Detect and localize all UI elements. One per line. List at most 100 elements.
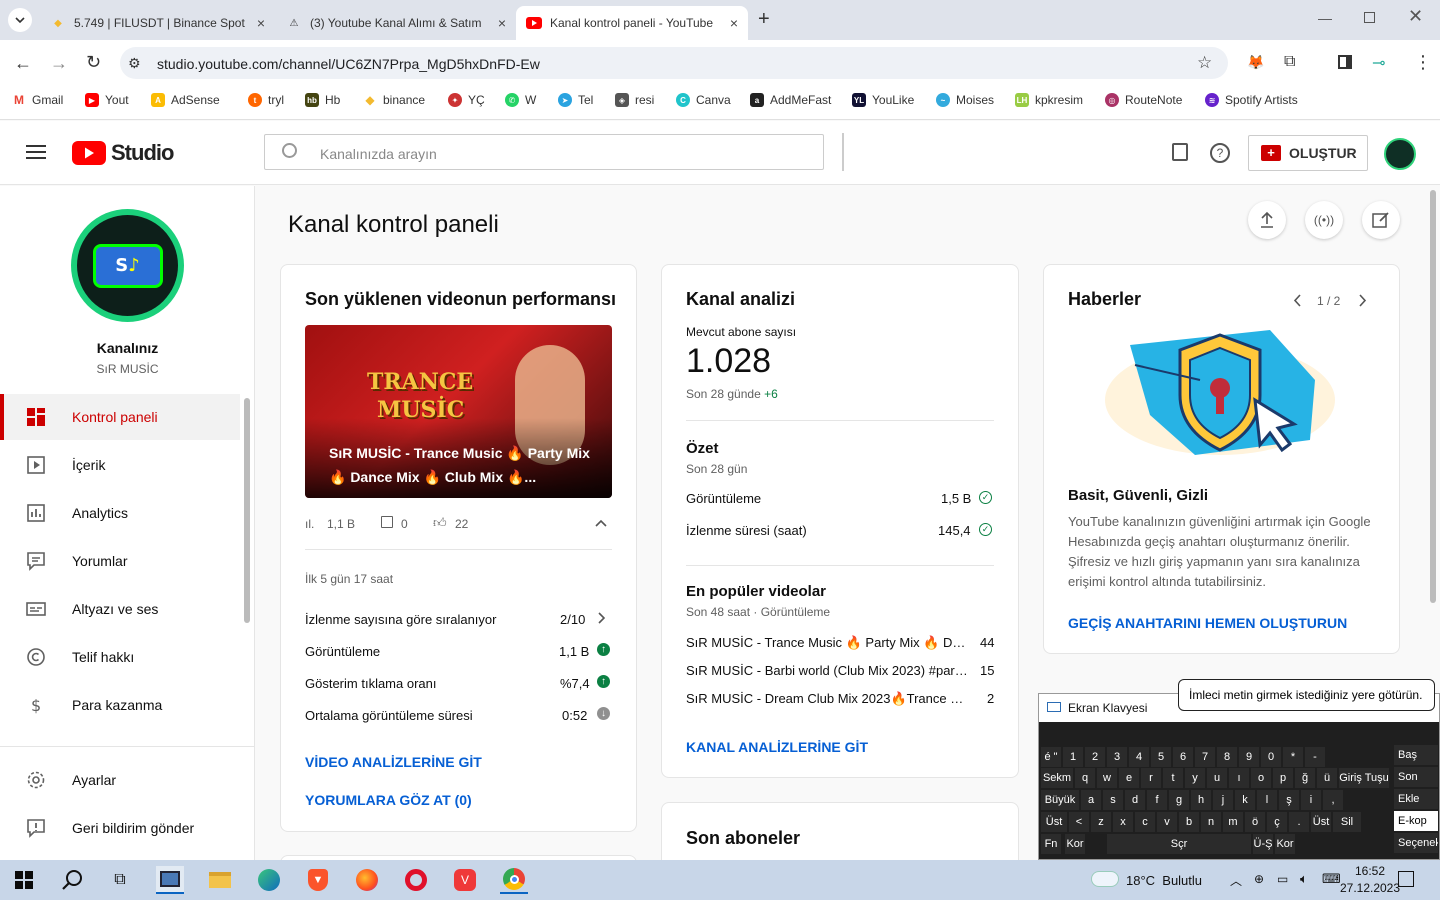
close-icon[interactable]: ×: [730, 15, 738, 31]
upload-button[interactable]: [1248, 201, 1286, 239]
search-input[interactable]: Kanalınızda arayın: [320, 146, 437, 162]
bookmark-item[interactable]: t tryl: [248, 92, 284, 108]
keyboard-key[interactable]: Sil: [1333, 812, 1361, 832]
keyboard-key[interactable]: Büyük: [1041, 790, 1079, 810]
keyboard-key[interactable]: Seçenek: [1394, 833, 1438, 853]
bookmark-item[interactable]: ≋ Spotify Artists: [1205, 92, 1298, 108]
keyboard-key[interactable]: ş: [1279, 790, 1299, 810]
bookmark-item[interactable]: A AdSense: [151, 92, 220, 108]
bookmark-item[interactable]: ~ Moises: [936, 92, 994, 108]
bookmark-item[interactable]: ✆ W: [505, 92, 536, 108]
hamburger-menu-icon[interactable]: [26, 145, 46, 159]
create-passkey-link[interactable]: GEÇİŞ ANAHTARINI HEMEN OLUŞTURUN: [1068, 615, 1347, 631]
volume-icon[interactable]: 🔈︎: [1300, 871, 1308, 887]
create-post-button[interactable]: [1362, 201, 1400, 239]
keyboard-key[interactable]: Kor: [1275, 834, 1295, 854]
keyboard-key[interactable]: b: [1179, 812, 1199, 832]
keyboard-key[interactable]: Sekm: [1041, 768, 1073, 788]
bookmark-item[interactable]: ◈ resi: [615, 92, 654, 108]
page-scrollbar[interactable]: [1430, 190, 1436, 603]
window-close-icon[interactable]: ✕: [1408, 6, 1423, 27]
keyboard-key[interactable]: w: [1097, 768, 1117, 788]
keyboard-key[interactable]: l: [1257, 790, 1277, 810]
keyboard-key[interactable]: z: [1091, 812, 1111, 832]
keyboard-key[interactable]: ı: [1229, 768, 1249, 788]
network-icon[interactable]: ▭: [1277, 872, 1288, 886]
opera-icon[interactable]: [402, 866, 430, 894]
tab-search-button[interactable]: [8, 8, 32, 32]
bookmark-item[interactable]: a AddMeFast: [750, 92, 831, 108]
keyboard-key[interactable]: .: [1289, 812, 1309, 832]
keyboard-key[interactable]: 9: [1239, 747, 1259, 767]
menu-kebab-icon[interactable]: ⋮: [1414, 52, 1432, 73]
collapse-icon[interactable]: [594, 516, 608, 531]
keyboard-key[interactable]: k: [1235, 790, 1255, 810]
sidebar-item-monetization[interactable]: $ Para kazanma: [0, 682, 240, 728]
bookmark-item[interactable]: LH kpkresim: [1015, 92, 1083, 108]
bookmark-item[interactable]: C Canva: [676, 92, 731, 108]
keyboard-key[interactable]: E-kop: [1394, 811, 1438, 831]
video-analytics-link[interactable]: VİDEO ANALİZLERİNE GİT: [305, 754, 482, 770]
top-video-title[interactable]: SıR MUSİC - Barbi world (Club Mix 2023) …: [686, 663, 968, 678]
bookmark-item[interactable]: ◆ binance: [363, 92, 425, 108]
keyboard-key[interactable]: i: [1301, 790, 1321, 810]
video-thumbnail[interactable]: TRANCE MUSİC SıR MUSİC - Trance Music 🔥 …: [305, 325, 612, 498]
tab-studio[interactable]: Kanal kontrol paneli - YouTube ×: [516, 6, 748, 40]
url-text[interactable]: studio.youtube.com/channel/UC6ZN7Prpa_Mg…: [157, 56, 540, 72]
keyboard-key[interactable]: -: [1305, 747, 1325, 767]
notifications-icon[interactable]: [1398, 871, 1414, 887]
keyboard-key[interactable]: v: [1157, 812, 1177, 832]
bookmark-item[interactable]: M Gmail: [12, 92, 63, 108]
keyboard-key[interactable]: 5: [1151, 747, 1171, 767]
bookmark-item[interactable]: ✦ YÇ: [448, 92, 485, 108]
keyboard-key[interactable]: a: [1081, 790, 1101, 810]
create-button[interactable]: + OLUŞTUR: [1248, 135, 1368, 171]
restore-icon[interactable]: [1364, 12, 1375, 23]
account-avatar[interactable]: [1384, 138, 1416, 170]
keyboard-key[interactable]: g: [1169, 790, 1189, 810]
sidebar-item-settings[interactable]: Ayarlar: [0, 757, 240, 803]
keyboard-key[interactable]: 7: [1195, 747, 1215, 767]
keyboard-key[interactable]: r: [1141, 768, 1161, 788]
chrome-icon[interactable]: [500, 866, 528, 894]
keyboard-key[interactable]: q: [1075, 768, 1095, 788]
vivaldi-icon[interactable]: V: [451, 866, 479, 894]
keyboard-key[interactable]: Ekle: [1394, 789, 1438, 809]
keyboard-key[interactable]: y: [1185, 768, 1205, 788]
keyboard-key[interactable]: m: [1223, 812, 1243, 832]
bookmark-item[interactable]: ▶ Yout: [85, 92, 129, 108]
sidebar-item-feedback[interactable]: Geri bildirim gönder: [0, 805, 240, 851]
close-icon[interactable]: ×: [498, 15, 506, 31]
sidebar-item-copyright[interactable]: Telif hakkı: [0, 634, 240, 680]
keyboard-key[interactable]: Üst: [1311, 812, 1331, 832]
tray-app-icon[interactable]: ⊕: [1254, 872, 1264, 886]
keyboard-key[interactable]: Fn: [1041, 834, 1061, 854]
keyboard-key[interactable]: f: [1147, 790, 1167, 810]
keyboard-key[interactable]: Giriş Tuşu: [1339, 768, 1389, 788]
sidebar-item-content[interactable]: İçerik: [0, 442, 240, 488]
top-video-title[interactable]: SıR MUSİC - Trance Music 🔥 Party Mix 🔥 D…: [686, 635, 968, 651]
studio-logo[interactable]: Studio: [72, 140, 174, 166]
forward-icon[interactable]: →: [50, 53, 68, 74]
keyboard-key[interactable]: h: [1191, 790, 1211, 810]
metamask-icon[interactable]: 🦊: [1247, 54, 1264, 71]
keyboard-key[interactable]: 3: [1107, 747, 1127, 767]
keyboard-key[interactable]: <: [1069, 812, 1089, 832]
keyboard-key[interactable]: d: [1125, 790, 1145, 810]
chevron-right-icon[interactable]: [597, 612, 606, 627]
firefox-icon[interactable]: [353, 866, 381, 894]
keyboard-key[interactable]: Sçr: [1107, 834, 1251, 854]
weather-text[interactable]: 18°C Bulutlu: [1126, 873, 1202, 888]
keyboard-key[interactable]: Son: [1394, 767, 1438, 787]
help-icon[interactable]: ?: [1210, 143, 1230, 163]
keyboard-key[interactable]: ö: [1245, 812, 1265, 832]
feedback-icon[interactable]: [1172, 143, 1188, 161]
keyboard-key[interactable]: 4: [1129, 747, 1149, 767]
keyboard-key[interactable]: c: [1135, 812, 1155, 832]
channel-analytics-link[interactable]: KANAL ANALİZLERİNE GİT: [686, 739, 868, 755]
windows-start-icon[interactable]: [10, 866, 38, 894]
keyboard-key[interactable]: n: [1201, 812, 1221, 832]
bookmark-item[interactable]: ➤ Tel: [558, 92, 593, 108]
keyboard-key[interactable]: Üst: [1041, 812, 1067, 832]
new-tab-button[interactable]: +: [758, 8, 770, 31]
